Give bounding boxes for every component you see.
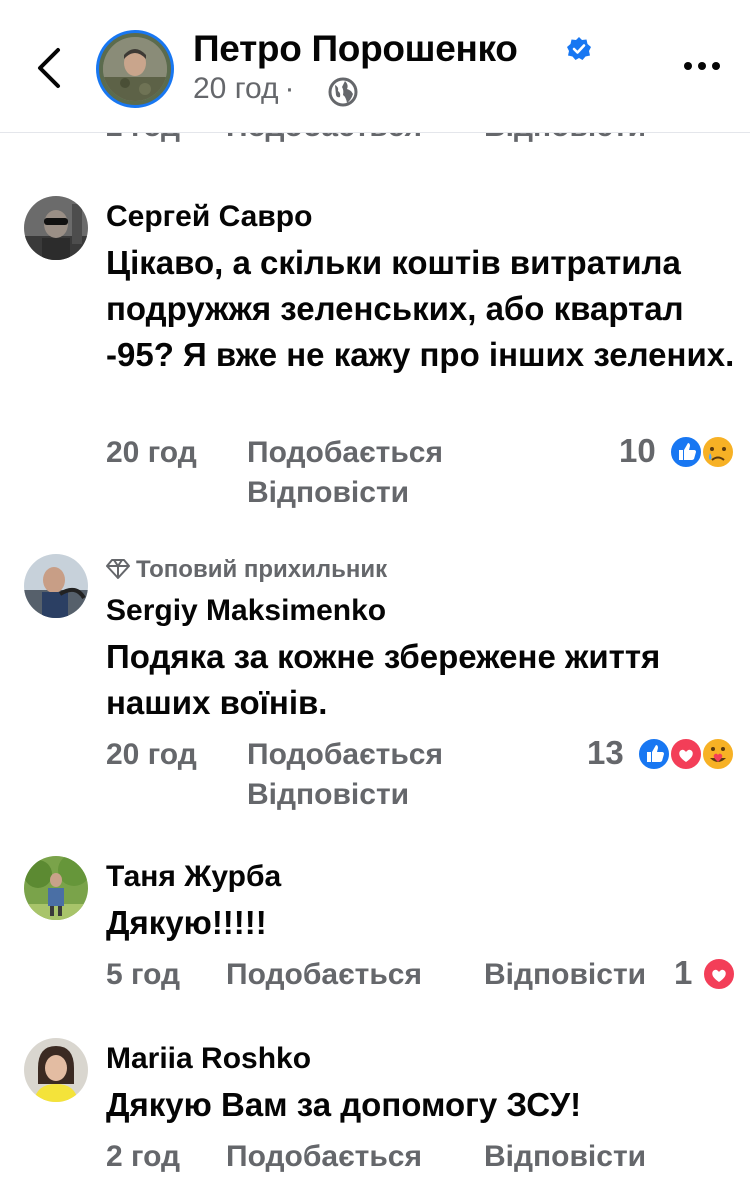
avatar-photo: [24, 1038, 88, 1102]
like-reaction-icon: [637, 737, 671, 771]
reaction-count: 13: [587, 734, 624, 771]
avatar[interactable]: [24, 856, 88, 920]
comment-author[interactable]: Таня Журба: [106, 860, 281, 894]
sad-reaction-icon: [701, 435, 735, 469]
avatar[interactable]: [24, 1038, 88, 1102]
love-reaction-icon: [669, 737, 703, 771]
post-time[interactable]: 20 год: [193, 72, 279, 105]
reaction-count: 10: [619, 432, 656, 469]
comment-time[interactable]: 20 год: [106, 436, 197, 470]
comment-text: Дякую Вам за допомогу ЗСУ!: [106, 1086, 582, 1123]
comment-time[interactable]: 20 год: [106, 738, 197, 772]
avatar[interactable]: [24, 554, 88, 618]
comment-text: Цікаво, а скільки коштів витратила подру…: [106, 244, 735, 373]
comment-time[interactable]: 2 год: [106, 1140, 180, 1174]
reaction-icons: [669, 435, 735, 469]
love-reaction-icon: [702, 957, 736, 991]
page-name[interactable]: Петро Порошенко: [193, 28, 518, 70]
like-link[interactable]: Подобається: [247, 436, 443, 470]
reaction-icons: [702, 957, 736, 991]
badge-label: Топовий прихильник: [136, 556, 388, 583]
care-reaction-icon: [701, 737, 735, 771]
avatar-photo: [24, 856, 88, 920]
reaction-count: 1: [674, 954, 693, 991]
comment-text: Подяка за кожне збережене життя наших во…: [106, 638, 661, 721]
reaction-icons: [637, 737, 735, 771]
globe-icon: [328, 77, 358, 107]
avatar[interactable]: [24, 196, 88, 260]
more-options-icon[interactable]: [680, 56, 724, 76]
like-link[interactable]: Подобається: [226, 1140, 422, 1174]
reply-link[interactable]: Відповісти: [484, 1140, 646, 1174]
meta-separator: ·: [284, 72, 295, 105]
post-header: Петро Порошенко 20 год ·: [0, 0, 750, 133]
reply-link[interactable]: Відповісти: [247, 476, 409, 510]
post-meta: 20 год ·: [193, 72, 301, 106]
comment-text: Дякую!!!!!: [106, 904, 267, 941]
avatar-photo: [103, 37, 167, 101]
like-link[interactable]: Подобається: [247, 738, 443, 772]
comment-time[interactable]: 5 год: [106, 958, 180, 992]
diamond-icon: [106, 559, 130, 579]
avatar-photo: [24, 196, 88, 260]
comment-author[interactable]: Сергей Савро: [106, 200, 312, 234]
top-fan-badge: Топовий прихильник: [106, 556, 387, 584]
comment-author[interactable]: Mariia Roshko: [106, 1042, 311, 1076]
like-reaction-icon: [669, 435, 703, 469]
reply-link[interactable]: Відповісти: [484, 958, 646, 992]
comment-author[interactable]: Sergiy Maksimenko: [106, 594, 386, 628]
like-link[interactable]: Подобається: [226, 958, 422, 992]
avatar-photo: [24, 554, 88, 618]
page-avatar[interactable]: [96, 30, 174, 108]
reply-link[interactable]: Відповісти: [247, 778, 409, 812]
verified-badge-icon: [567, 37, 591, 60]
back-chevron-icon[interactable]: [30, 44, 70, 92]
